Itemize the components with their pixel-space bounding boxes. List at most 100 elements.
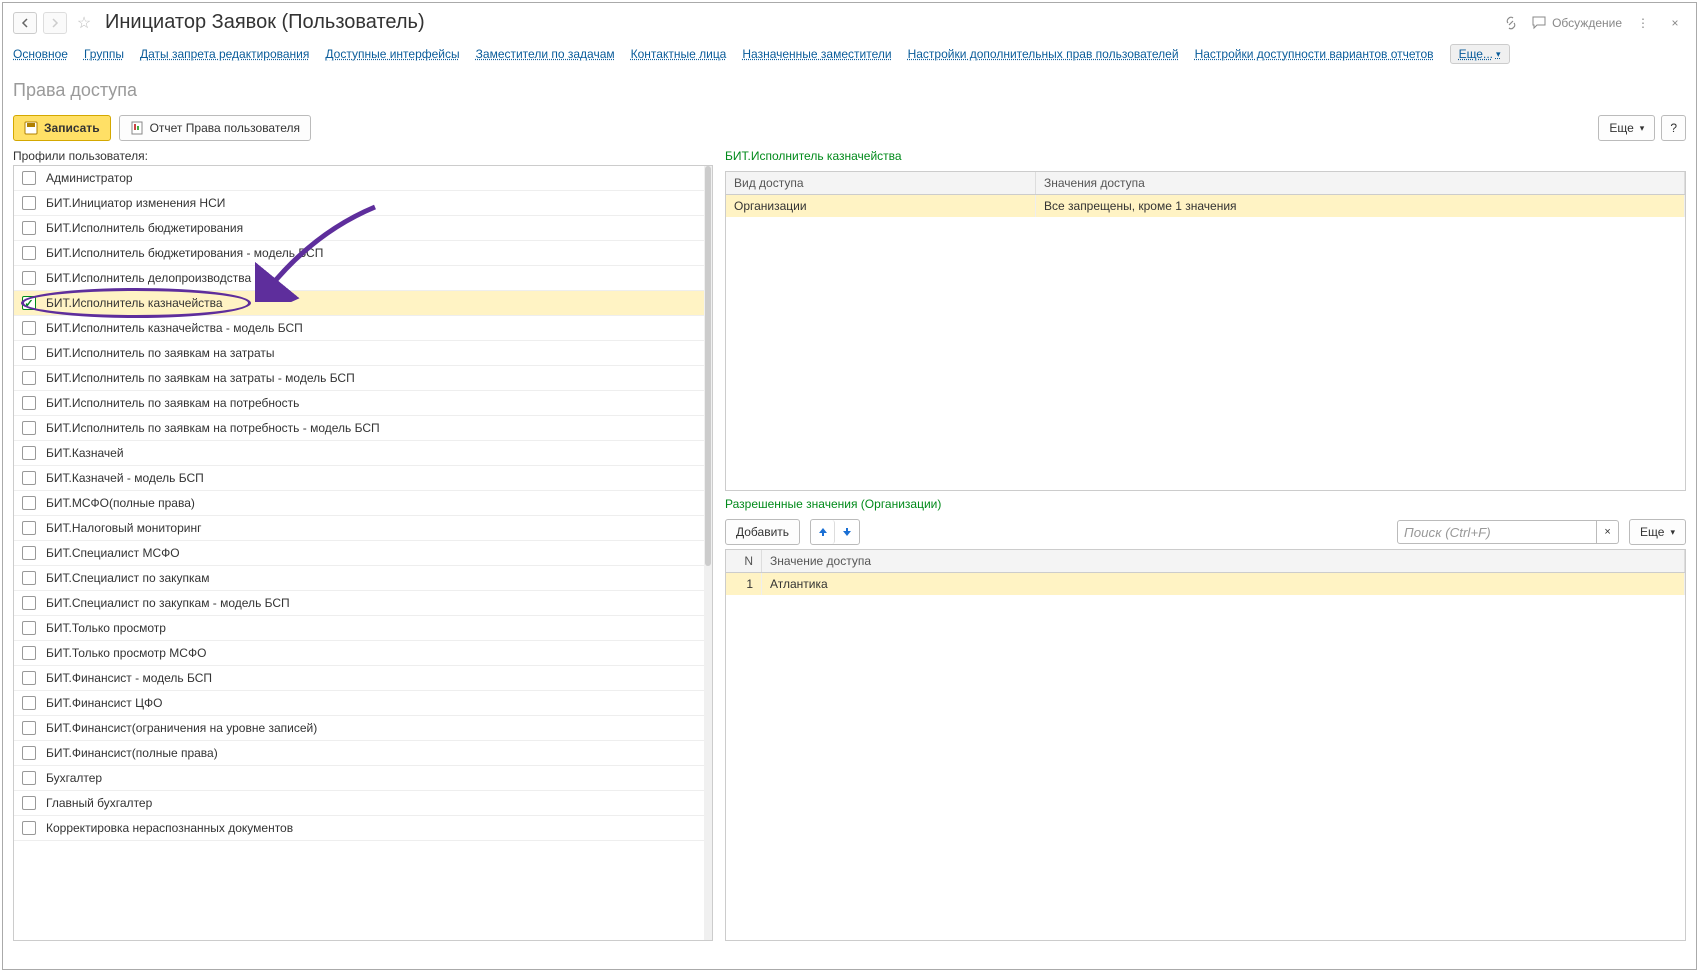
profile-checkbox[interactable] [22, 771, 36, 785]
profile-checkbox[interactable] [22, 646, 36, 660]
profile-row[interactable]: БИТ.Исполнитель по заявкам на потребност… [14, 416, 712, 441]
back-button[interactable] [13, 12, 37, 34]
nav-link[interactable]: Доступные интерфейсы [325, 47, 459, 61]
profile-row[interactable]: Бухгалтер [14, 766, 712, 791]
profile-checkbox[interactable] [22, 171, 36, 185]
profile-checkbox[interactable] [22, 696, 36, 710]
profile-row[interactable]: БИТ.Исполнитель бюджетирования [14, 216, 712, 241]
profile-checkbox[interactable] [22, 821, 36, 835]
profile-checkbox[interactable] [22, 446, 36, 460]
help-label: ? [1670, 121, 1677, 135]
access-row[interactable]: ОрганизацииВсе запрещены, кроме 1 значен… [726, 195, 1685, 217]
profile-row[interactable]: БИТ.Исполнитель по заявкам на потребност… [14, 391, 712, 416]
profile-row[interactable]: БИТ.Казначей - модель БСП [14, 466, 712, 491]
write-button[interactable]: Записать [13, 115, 111, 141]
profile-row[interactable]: БИТ.Исполнитель делопроизводства [14, 266, 712, 291]
profile-row[interactable]: Корректировка нераспознанных документов [14, 816, 712, 841]
profile-checkbox[interactable] [22, 621, 36, 635]
nav-more-button[interactable]: Еще...▾ [1450, 44, 1510, 64]
nav-link[interactable]: Назначенные заместители [742, 47, 891, 61]
profile-checkbox[interactable] [22, 596, 36, 610]
profile-checkbox[interactable] [22, 546, 36, 560]
profile-checkbox[interactable] [22, 196, 36, 210]
profile-label: БИТ.Инициатор изменения НСИ [46, 196, 225, 210]
profile-checkbox[interactable] [22, 221, 36, 235]
move-down-button[interactable] [835, 520, 859, 544]
profile-checkbox[interactable] [22, 421, 36, 435]
profile-row[interactable]: БИТ.Исполнитель по заявкам на затраты - … [14, 366, 712, 391]
profile-row[interactable]: БИТ.Финансист(ограничения на уровне запи… [14, 716, 712, 741]
profile-row[interactable]: Администратор [14, 166, 712, 191]
profiles-list[interactable]: Администратор БИТ.Инициатор изменения НСИ… [13, 165, 713, 941]
profile-row[interactable]: БИТ.Специалист по закупкам [14, 566, 712, 591]
profile-label: БИТ.Специалист по закупкам [46, 571, 209, 585]
profile-row[interactable]: БИТ.Специалист по закупкам - модель БСП [14, 591, 712, 616]
values-col-value[interactable]: Значение доступа [762, 550, 1685, 572]
values-col-n[interactable]: N [726, 550, 762, 572]
profile-checkbox[interactable] [22, 671, 36, 685]
forward-button[interactable] [43, 12, 67, 34]
report-button[interactable]: Отчет Права пользователя [119, 115, 311, 141]
profile-row[interactable]: БИТ.Финансист ЦФО [14, 691, 712, 716]
profile-checkbox[interactable] [22, 496, 36, 510]
search-input[interactable] [1397, 520, 1597, 544]
profile-checkbox[interactable] [22, 521, 36, 535]
profile-label: Главный бухгалтер [46, 796, 152, 810]
profile-row[interactable]: Главный бухгалтер [14, 791, 712, 816]
profile-row[interactable]: БИТ.Казначей [14, 441, 712, 466]
profile-row[interactable]: БИТ.Исполнитель казначейства [14, 291, 712, 316]
values-more-button[interactable]: Еще ▾ [1629, 519, 1686, 545]
profile-row[interactable]: БИТ.МСФО(полные права) [14, 491, 712, 516]
profile-checkbox[interactable] [22, 721, 36, 735]
profile-checkbox[interactable] [22, 796, 36, 810]
profile-row[interactable]: БИТ.Инициатор изменения НСИ [14, 191, 712, 216]
nav-link[interactable]: Основное [13, 47, 68, 61]
nav-link[interactable]: Настройки доступности вариантов отчетов [1195, 47, 1434, 61]
profile-row[interactable]: БИТ.Только просмотр [14, 616, 712, 641]
profile-label: БИТ.Исполнитель делопроизводства [46, 271, 251, 285]
scrollbar[interactable] [704, 166, 712, 940]
nav-link[interactable]: Группы [84, 47, 124, 61]
move-up-button[interactable] [811, 520, 835, 544]
profile-checkbox[interactable] [22, 271, 36, 285]
profile-row[interactable]: БИТ.Исполнитель по заявкам на затраты [14, 341, 712, 366]
nav-link[interactable]: Настройки дополнительных прав пользовате… [908, 47, 1179, 61]
profile-label: БИТ.Исполнитель по заявкам на потребност… [46, 396, 299, 410]
add-button[interactable]: Добавить [725, 519, 800, 545]
profile-row[interactable]: БИТ.Финансист(полные права) [14, 741, 712, 766]
profile-row[interactable]: БИТ.Исполнитель казначейства - модель БС… [14, 316, 712, 341]
profile-checkbox[interactable] [22, 571, 36, 585]
profile-checkbox[interactable] [22, 246, 36, 260]
search-clear-button[interactable]: × [1597, 520, 1619, 544]
profile-row[interactable]: БИТ.Только просмотр МСФО [14, 641, 712, 666]
nav-link[interactable]: Даты запрета редактирования [140, 47, 309, 61]
profile-checkbox[interactable] [22, 746, 36, 760]
profile-checkbox[interactable] [22, 371, 36, 385]
profile-row[interactable]: БИТ.Налоговый мониторинг [14, 516, 712, 541]
kebab-icon[interactable]: ⋮ [1632, 12, 1654, 34]
profile-row[interactable]: БИТ.Специалист МСФО [14, 541, 712, 566]
nav-link[interactable]: Заместители по задачам [476, 47, 615, 61]
search-box: × [1397, 520, 1619, 544]
save-icon [24, 121, 38, 135]
section-title: Права доступа [13, 80, 1686, 101]
link-icon[interactable] [1500, 12, 1522, 34]
nav-link[interactable]: Контактные лица [631, 47, 727, 61]
profile-checkbox[interactable] [22, 346, 36, 360]
help-button[interactable]: ? [1661, 115, 1686, 141]
profile-label: БИТ.Исполнитель по заявкам на затраты - … [46, 371, 355, 385]
chat-icon [1532, 16, 1548, 30]
profile-checkbox[interactable] [22, 321, 36, 335]
profile-row[interactable]: БИТ.Исполнитель бюджетирования - модель … [14, 241, 712, 266]
profile-checkbox[interactable] [22, 471, 36, 485]
discuss-button[interactable]: Обсуждение [1532, 16, 1622, 30]
access-col-value[interactable]: Значения доступа [1036, 172, 1685, 194]
profile-row[interactable]: БИТ.Финансист - модель БСП [14, 666, 712, 691]
profile-checkbox[interactable] [22, 396, 36, 410]
toolbar-more-button[interactable]: Еще ▾ [1598, 115, 1655, 141]
star-icon[interactable]: ☆ [73, 12, 95, 34]
value-row[interactable]: 1Атлантика [726, 573, 1685, 595]
profile-checkbox[interactable] [22, 296, 36, 310]
access-col-kind[interactable]: Вид доступа [726, 172, 1036, 194]
close-button[interactable]: × [1664, 12, 1686, 34]
